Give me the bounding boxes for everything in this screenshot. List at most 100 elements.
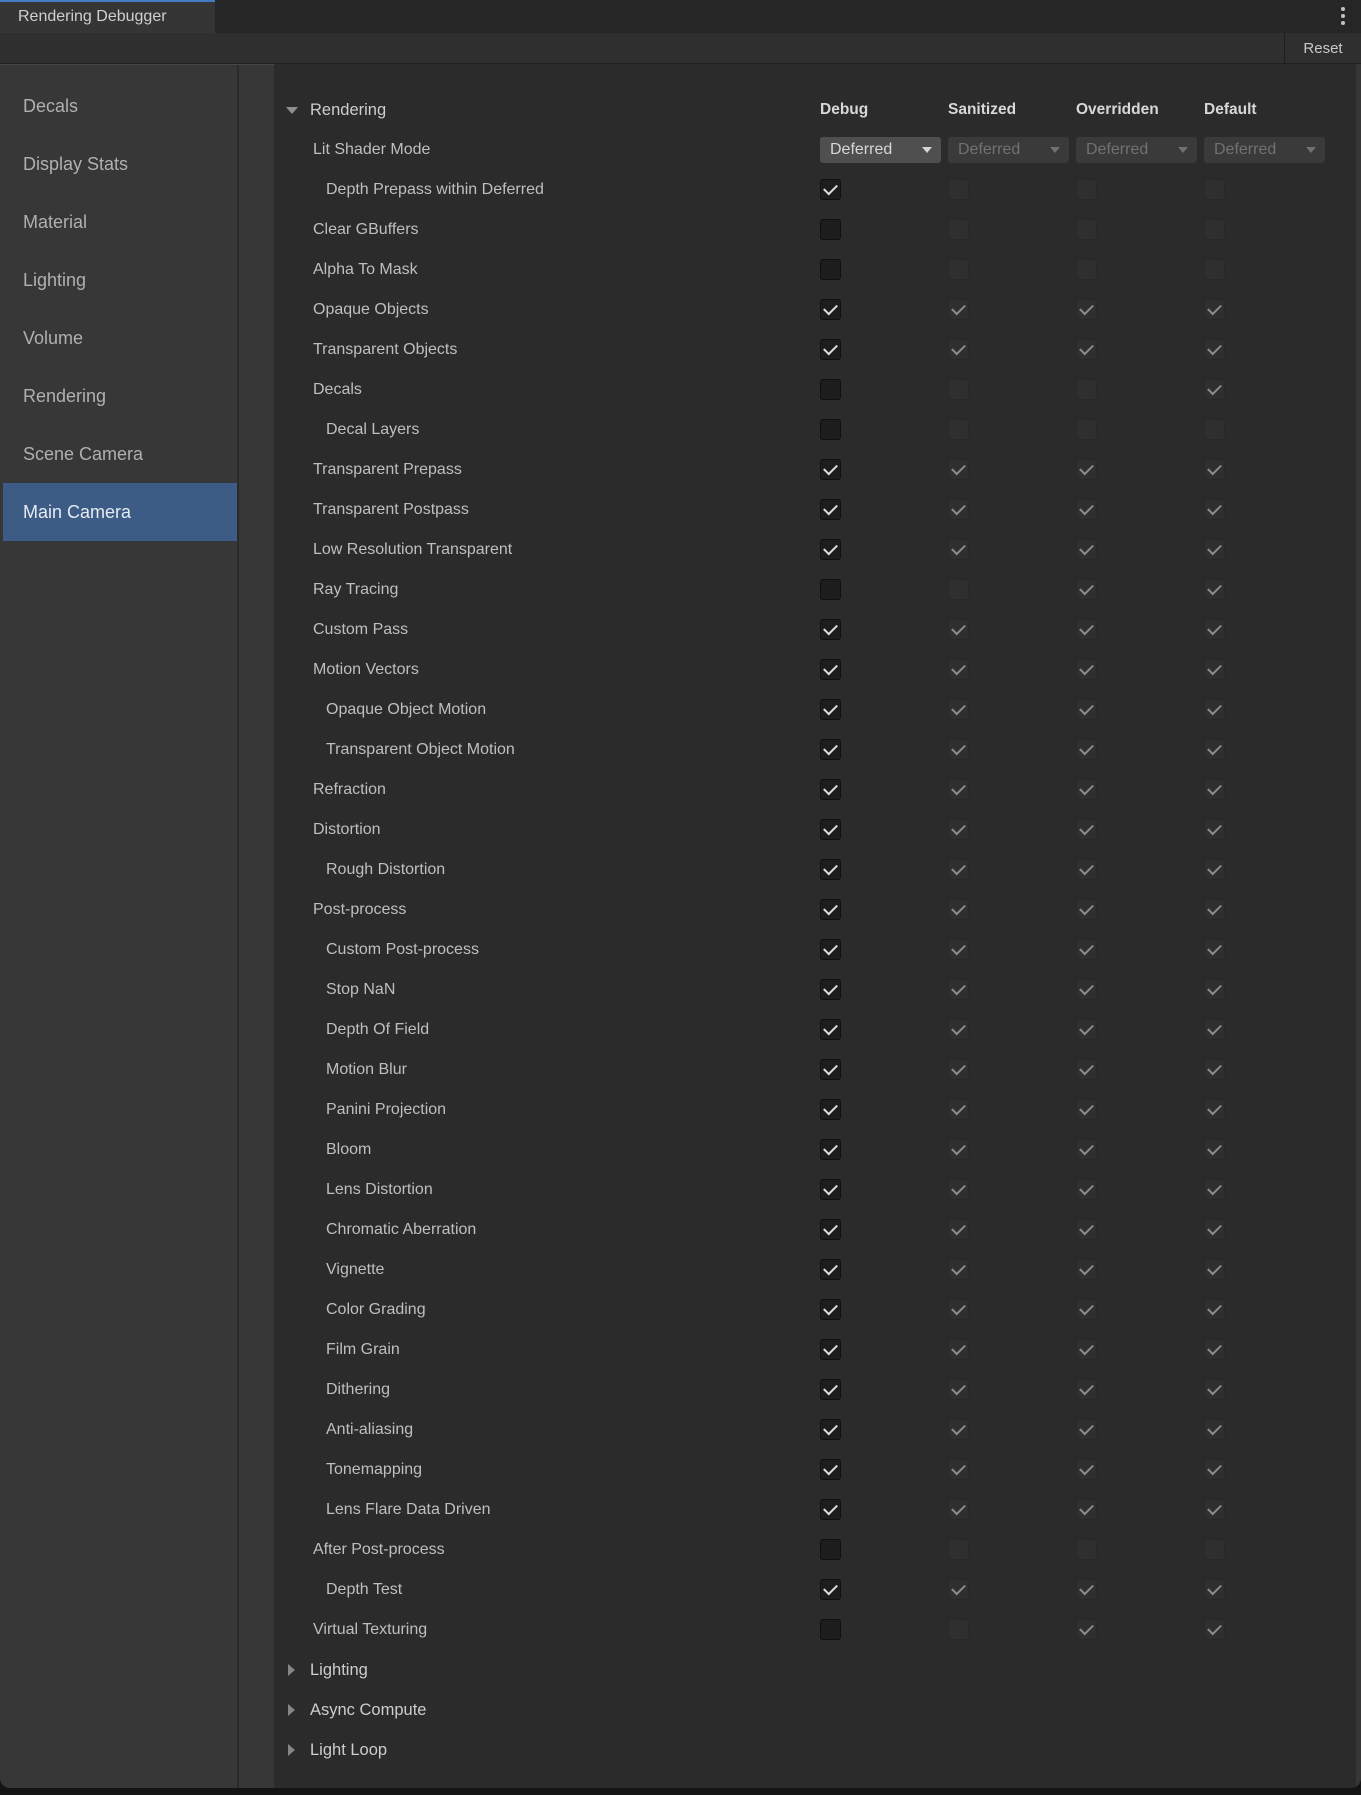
checkbox-debug-stop-nan[interactable] <box>820 979 841 1000</box>
check-icon <box>1207 541 1222 556</box>
check-icon <box>823 301 838 316</box>
checkbox-debug-anti-aliasing[interactable] <box>820 1419 841 1440</box>
sidebar-item-scene-camera[interactable]: Scene Camera <box>3 425 237 483</box>
check-icon <box>1207 981 1222 996</box>
check-icon <box>823 1461 838 1476</box>
checkbox-debug-distortion[interactable] <box>820 819 841 840</box>
checkbox-debug-after-post-process[interactable] <box>820 1539 841 1560</box>
setting-row-motion-vectors: Motion Vectors <box>274 650 1361 690</box>
checkbox-debug-chromatic-aberration[interactable] <box>820 1219 841 1240</box>
checkbox-default-after-post-process <box>1204 1539 1225 1560</box>
group-row-light-loop[interactable]: Light Loop <box>274 1730 1361 1770</box>
checkbox-sanitized-tonemapping <box>948 1459 969 1480</box>
checkbox-debug-motion-blur[interactable] <box>820 1059 841 1080</box>
checkbox-sanitized-film-grain <box>948 1339 969 1360</box>
checkbox-debug-panini-projection[interactable] <box>820 1099 841 1120</box>
foldout-collapsed-icon[interactable] <box>288 1704 295 1716</box>
checkbox-sanitized-motion-blur <box>948 1059 969 1080</box>
checkbox-default-custom-post-process <box>1204 939 1225 960</box>
checkbox-debug-post-process[interactable] <box>820 899 841 920</box>
sidebar-item-display-stats[interactable]: Display Stats <box>3 135 237 193</box>
checkbox-debug-transparent-object-motion[interactable] <box>820 739 841 760</box>
checkbox-overridden-depth-of-field <box>1076 1019 1097 1040</box>
check-icon <box>1207 501 1222 516</box>
checkbox-debug-depth-test[interactable] <box>820 1579 841 1600</box>
row-label: Virtual Texturing <box>313 1610 427 1650</box>
checkbox-debug-bloom[interactable] <box>820 1139 841 1160</box>
dropdown-debug-lit-shader-mode[interactable]: Deferred <box>820 137 941 163</box>
tab-strip: Rendering Debugger <box>0 0 1361 33</box>
checkbox-debug-ray-tracing[interactable] <box>820 579 841 600</box>
setting-row-after-post-process: After Post-process <box>274 1530 1361 1570</box>
checkbox-debug-decals[interactable] <box>820 379 841 400</box>
checkbox-debug-custom-pass[interactable] <box>820 619 841 640</box>
setting-row-ray-tracing: Ray Tracing <box>274 570 1361 610</box>
dropdown-overridden-lit-shader-mode: Deferred <box>1076 137 1197 163</box>
group-row-async-compute[interactable]: Async Compute <box>274 1690 1361 1730</box>
check-icon <box>823 661 838 676</box>
checkbox-default-low-resolution-transparent <box>1204 539 1225 560</box>
checkbox-sanitized-bloom <box>948 1139 969 1160</box>
checkbox-debug-motion-vectors[interactable] <box>820 659 841 680</box>
group-row-rendering[interactable]: Rendering <box>274 90 1361 130</box>
setting-row-tonemapping: Tonemapping <box>274 1450 1361 1490</box>
checkbox-debug-opaque-objects[interactable] <box>820 299 841 320</box>
row-label: Clear GBuffers <box>313 210 419 250</box>
checkbox-debug-dithering[interactable] <box>820 1379 841 1400</box>
row-label: Depth Prepass within Deferred <box>326 170 544 210</box>
checkbox-debug-custom-post-process[interactable] <box>820 939 841 960</box>
checkbox-debug-opaque-object-motion[interactable] <box>820 699 841 720</box>
sidebar-item-decals[interactable]: Decals <box>3 77 237 135</box>
checkbox-debug-depth-prepass-within-deferred[interactable] <box>820 179 841 200</box>
sidebar-item-rendering[interactable]: Rendering <box>3 367 237 425</box>
checkbox-debug-lens-flare-data-driven[interactable] <box>820 1499 841 1520</box>
checkbox-overridden-anti-aliasing <box>1076 1419 1097 1440</box>
check-icon <box>1207 741 1222 756</box>
foldout-expanded-icon[interactable] <box>286 107 298 114</box>
checkbox-sanitized-post-process <box>948 899 969 920</box>
check-icon <box>951 1341 966 1356</box>
group-row-lighting[interactable]: Lighting <box>274 1650 1361 1690</box>
row-label: Ray Tracing <box>313 570 398 610</box>
checkbox-debug-rough-distortion[interactable] <box>820 859 841 880</box>
checkbox-overridden-chromatic-aberration <box>1076 1219 1097 1240</box>
checkbox-debug-tonemapping[interactable] <box>820 1459 841 1480</box>
checkbox-sanitized-refraction <box>948 779 969 800</box>
checkbox-sanitized-alpha-to-mask <box>948 259 969 280</box>
check-icon <box>1079 1501 1094 1516</box>
reset-button[interactable]: Reset <box>1284 33 1361 63</box>
foldout-collapsed-icon[interactable] <box>288 1744 295 1756</box>
check-icon <box>951 541 966 556</box>
sidebar-item-volume[interactable]: Volume <box>3 309 237 367</box>
checkbox-default-decals <box>1204 379 1225 400</box>
checkbox-debug-transparent-prepass[interactable] <box>820 459 841 480</box>
checkbox-debug-film-grain[interactable] <box>820 1339 841 1360</box>
checkbox-debug-alpha-to-mask[interactable] <box>820 259 841 280</box>
scrollbar-track[interactable] <box>1356 64 1361 1788</box>
foldout-collapsed-icon[interactable] <box>288 1664 295 1676</box>
checkbox-debug-color-grading[interactable] <box>820 1299 841 1320</box>
check-icon <box>823 461 838 476</box>
sidebar-item-lighting[interactable]: Lighting <box>3 251 237 309</box>
sidebar-item-main-camera[interactable]: Main Camera <box>3 483 237 541</box>
check-icon <box>1207 1101 1222 1116</box>
checkbox-debug-depth-of-field[interactable] <box>820 1019 841 1040</box>
checkbox-debug-virtual-texturing[interactable] <box>820 1619 841 1640</box>
checkbox-default-anti-aliasing <box>1204 1419 1225 1440</box>
checkbox-debug-clear-gbuffers[interactable] <box>820 219 841 240</box>
checkbox-debug-lens-distortion[interactable] <box>820 1179 841 1200</box>
checkbox-debug-transparent-objects[interactable] <box>820 339 841 360</box>
kebab-menu-icon[interactable] <box>1341 7 1345 25</box>
checkbox-debug-decal-layers[interactable] <box>820 419 841 440</box>
sidebar-item-material[interactable]: Material <box>3 193 237 251</box>
check-icon <box>1207 1421 1222 1436</box>
checkbox-default-opaque-object-motion <box>1204 699 1225 720</box>
check-icon <box>1079 1381 1094 1396</box>
checkbox-debug-refraction[interactable] <box>820 779 841 800</box>
checkbox-debug-vignette[interactable] <box>820 1259 841 1280</box>
tab-rendering-debugger[interactable]: Rendering Debugger <box>0 0 215 33</box>
checkbox-debug-transparent-postpass[interactable] <box>820 499 841 520</box>
checkbox-debug-low-resolution-transparent[interactable] <box>820 539 841 560</box>
setting-row-stop-nan: Stop NaN <box>274 970 1361 1010</box>
row-label: Vignette <box>326 1250 384 1290</box>
